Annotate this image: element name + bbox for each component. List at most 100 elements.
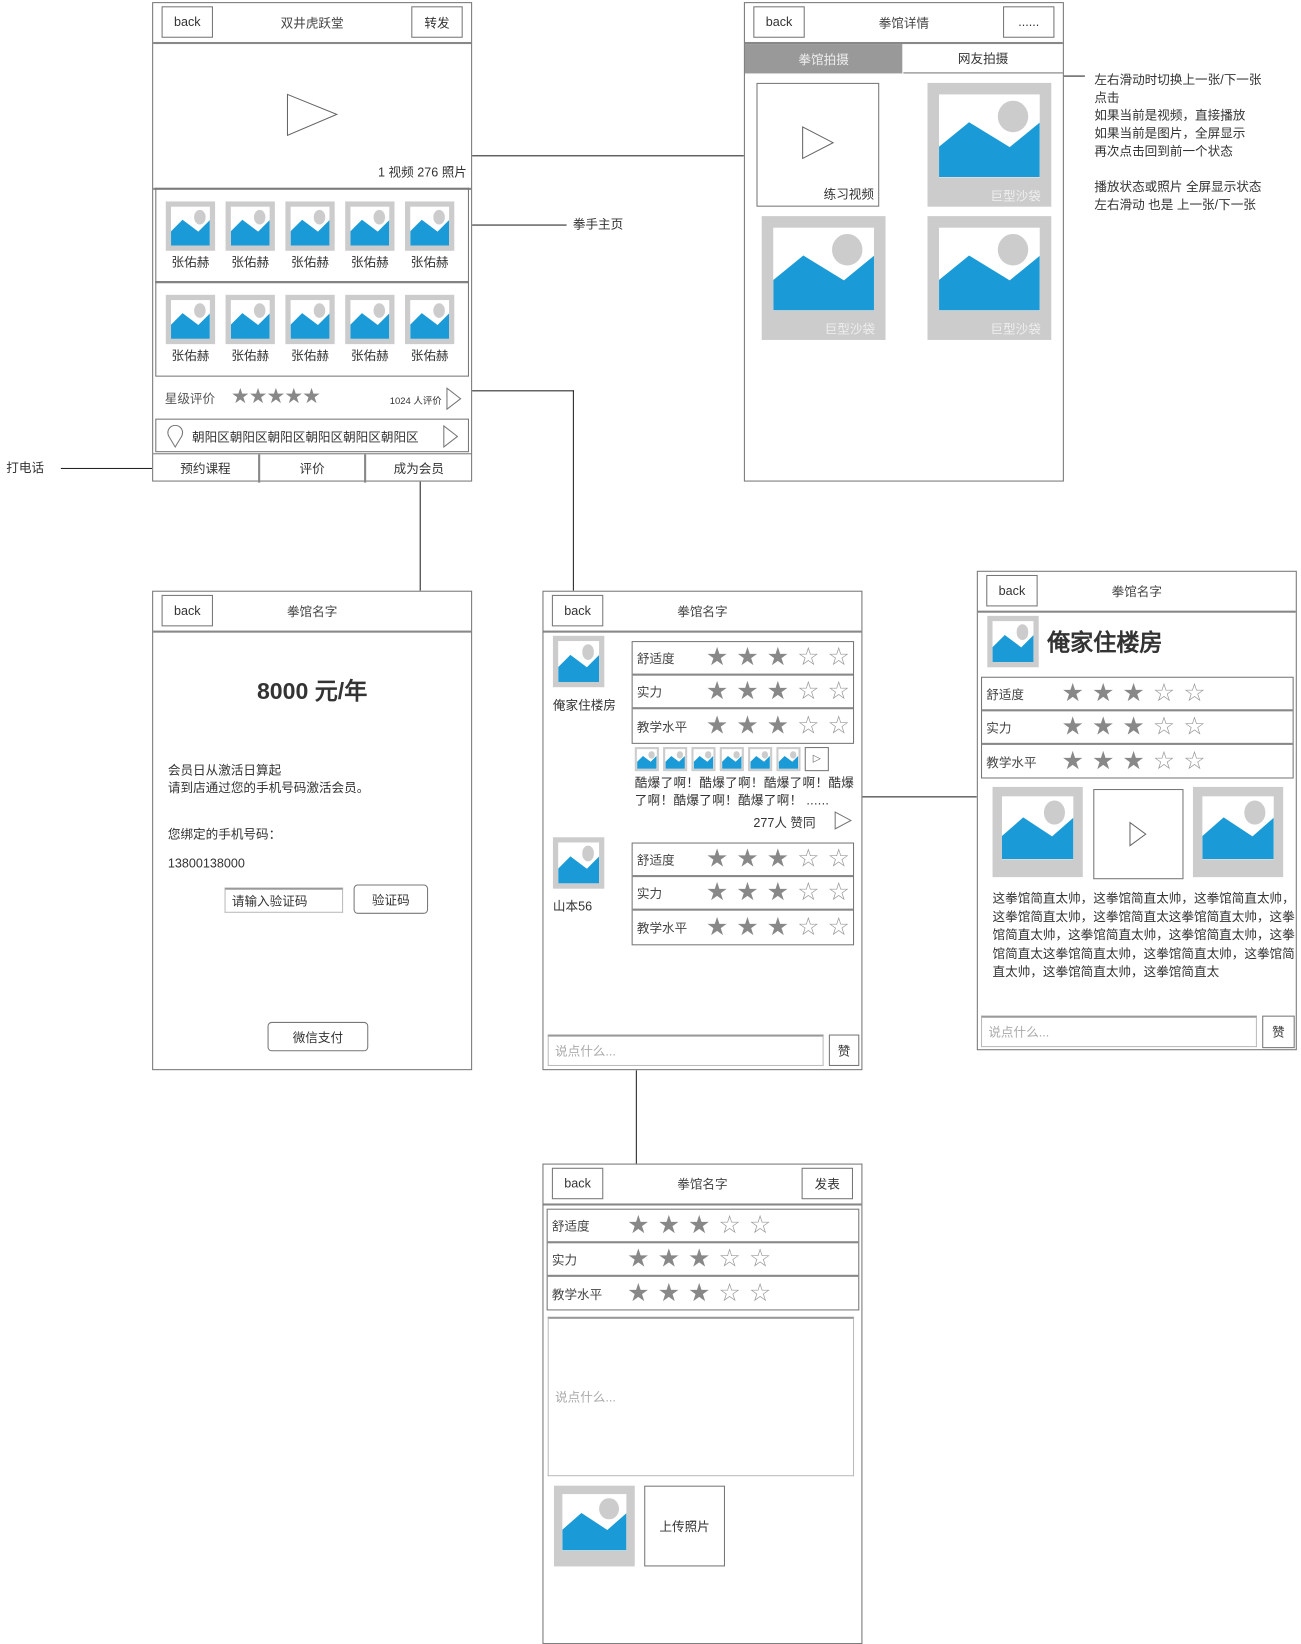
boxer-name[interactable]: 张佑赫 bbox=[166, 346, 215, 364]
boxer-name[interactable]: 张佑赫 bbox=[405, 253, 454, 271]
share-button[interactable]: 转发 bbox=[411, 6, 463, 38]
star-empty-icon[interactable]: ☆ bbox=[826, 678, 852, 704]
star-empty-icon[interactable]: ☆ bbox=[717, 1212, 743, 1238]
star-empty-icon[interactable]: ☆ bbox=[1181, 749, 1207, 774]
more-button[interactable]: ...... bbox=[1003, 6, 1055, 38]
star-empty-icon[interactable]: ☆ bbox=[1151, 749, 1177, 774]
back-button[interactable]: back bbox=[986, 574, 1038, 607]
video-thumbnail[interactable] bbox=[1093, 788, 1184, 880]
boxer-name[interactable]: 张佑赫 bbox=[226, 253, 275, 271]
star-filled-icon[interactable]: ★ bbox=[625, 1281, 651, 1306]
star-filled-icon[interactable]: ★ bbox=[1090, 749, 1116, 774]
star-empty-icon[interactable]: ☆ bbox=[795, 645, 821, 670]
publish-button[interactable]: 发表 bbox=[801, 1167, 853, 1200]
star-filled-icon[interactable]: ★ bbox=[734, 846, 760, 872]
upload-photo-button[interactable]: 上传照片 bbox=[644, 1485, 725, 1567]
photo-thumbnail[interactable] bbox=[1192, 786, 1284, 878]
star-empty-icon[interactable]: ☆ bbox=[1181, 714, 1207, 740]
star-filled-icon[interactable]: ★ bbox=[656, 1246, 682, 1271]
boxer-avatar[interactable] bbox=[225, 294, 275, 345]
star-empty-icon[interactable]: ☆ bbox=[826, 880, 852, 905]
star-filled-icon[interactable]: ★ bbox=[1121, 749, 1147, 774]
star-filled-icon[interactable]: ★ bbox=[686, 1212, 712, 1238]
star-empty-icon[interactable]: ☆ bbox=[717, 1281, 743, 1306]
review-photo-thumbnail[interactable] bbox=[776, 747, 801, 772]
star-empty-icon[interactable]: ☆ bbox=[795, 678, 821, 704]
back-button[interactable]: back bbox=[551, 594, 604, 627]
boxer-avatar[interactable] bbox=[345, 294, 395, 345]
boxer-avatar[interactable] bbox=[285, 201, 335, 251]
boxer-avatar[interactable] bbox=[225, 201, 275, 251]
boxer-name[interactable]: 张佑赫 bbox=[285, 253, 334, 271]
rating-stars[interactable]: ★ ★ ★ ☆ ☆ bbox=[625, 1212, 773, 1238]
star-empty-icon[interactable]: ☆ bbox=[747, 1212, 773, 1238]
review-photo-thumbnail[interactable] bbox=[634, 747, 659, 772]
photo-thumbnail[interactable]: 巨型沙袋 bbox=[927, 82, 1052, 207]
star-filled-icon[interactable]: ★ bbox=[704, 678, 730, 704]
star-empty-icon[interactable]: ☆ bbox=[747, 1281, 773, 1306]
star-filled-icon[interactable]: ★ bbox=[686, 1281, 712, 1306]
star-filled-icon[interactable]: ★ bbox=[1060, 749, 1086, 774]
rating-stars[interactable]: ★ ★ ★ ☆ ☆ bbox=[704, 914, 852, 940]
star-empty-icon[interactable]: ☆ bbox=[1151, 680, 1177, 706]
boxer-avatar[interactable] bbox=[345, 201, 395, 251]
review-textarea[interactable]: 说点什么... bbox=[547, 1316, 855, 1477]
rating-stars[interactable]: ★ ★ ★ ☆ ☆ bbox=[704, 678, 852, 704]
back-button[interactable]: back bbox=[551, 1167, 604, 1200]
user-avatar[interactable] bbox=[552, 837, 605, 889]
comment-input[interactable]: 说点什么... bbox=[981, 1015, 1257, 1048]
star-filled-icon[interactable]: ★ bbox=[686, 1246, 712, 1271]
chevron-right-icon[interactable] bbox=[446, 387, 463, 411]
chevron-right-icon[interactable] bbox=[834, 811, 853, 830]
review-photo-thumbnail[interactable] bbox=[748, 747, 773, 772]
boxer-avatar[interactable] bbox=[404, 201, 455, 251]
star-filled-icon[interactable]: ★ bbox=[704, 846, 730, 872]
get-code-button[interactable]: 验证码 bbox=[353, 884, 429, 914]
like-button[interactable]: 赞 bbox=[1262, 1015, 1295, 1049]
photo-thumbnail[interactable]: 巨型沙袋 bbox=[927, 216, 1052, 340]
rating-stars[interactable]: ★ ★ ★ ☆ ☆ bbox=[704, 713, 852, 738]
star-filled-icon[interactable]: ★ bbox=[704, 880, 730, 905]
star-empty-icon[interactable]: ☆ bbox=[717, 1246, 743, 1271]
verification-code-input[interactable]: 请输入验证码 bbox=[224, 887, 344, 913]
more-photos-button[interactable]: ▷ bbox=[804, 747, 829, 772]
user-name[interactable]: 山本56 bbox=[553, 897, 592, 915]
star-filled-icon[interactable]: ★ bbox=[734, 713, 760, 738]
rating-stars[interactable]: ★ ★ ★ ☆ ☆ bbox=[704, 880, 852, 905]
star-empty-icon[interactable]: ☆ bbox=[747, 1246, 773, 1271]
star-filled-icon[interactable]: ★ bbox=[734, 880, 760, 905]
star-empty-icon[interactable]: ☆ bbox=[795, 846, 821, 872]
back-button[interactable]: back bbox=[161, 6, 213, 38]
comment-input[interactable]: 说点什么... bbox=[547, 1034, 824, 1066]
star-filled-icon[interactable]: ★ bbox=[656, 1212, 682, 1238]
star-filled-icon[interactable]: ★ bbox=[625, 1246, 651, 1271]
photo-thumbnail[interactable]: 巨型沙袋 bbox=[761, 216, 886, 340]
star-empty-icon[interactable]: ☆ bbox=[826, 846, 852, 872]
star-filled-icon[interactable]: ★ bbox=[765, 846, 791, 872]
like-button[interactable]: 赞 bbox=[828, 1034, 860, 1066]
star-empty-icon[interactable]: ☆ bbox=[826, 914, 852, 940]
tab-book-course[interactable]: 预约课程 bbox=[153, 454, 260, 483]
rating-stars[interactable]: ★ ★ ★ ☆ ☆ bbox=[1060, 680, 1208, 706]
boxer-avatar[interactable] bbox=[165, 294, 216, 345]
tab-user-photos[interactable]: 网友拍摄 bbox=[903, 44, 1063, 74]
star-filled-icon[interactable]: ★ bbox=[656, 1281, 682, 1306]
user-avatar[interactable] bbox=[552, 635, 605, 688]
user-name[interactable]: 俺家住楼房 bbox=[553, 696, 616, 714]
star-filled-icon[interactable]: ★ bbox=[765, 645, 791, 670]
boxer-name[interactable]: 张佑赫 bbox=[345, 346, 394, 364]
star-filled-icon[interactable]: ★ bbox=[704, 914, 730, 940]
star-filled-icon[interactable]: ★ bbox=[1060, 714, 1086, 740]
boxer-avatar[interactable] bbox=[165, 201, 216, 251]
rating-count[interactable]: 1024 人评价 bbox=[390, 393, 442, 407]
star-empty-icon[interactable]: ☆ bbox=[795, 880, 821, 905]
star-filled-icon[interactable]: ★ bbox=[1121, 714, 1147, 740]
boxer-name[interactable]: 张佑赫 bbox=[166, 253, 215, 271]
boxer-name[interactable]: 张佑赫 bbox=[285, 346, 334, 364]
back-button[interactable]: back bbox=[753, 6, 805, 38]
boxer-name[interactable]: 张佑赫 bbox=[226, 346, 275, 364]
rating-stars[interactable]: ★ ★ ★ ☆ ☆ bbox=[1060, 714, 1208, 740]
review-photo-thumbnail[interactable] bbox=[719, 747, 744, 772]
star-filled-icon[interactable]: ★ bbox=[625, 1212, 651, 1238]
star-filled-icon[interactable]: ★ bbox=[704, 713, 730, 738]
